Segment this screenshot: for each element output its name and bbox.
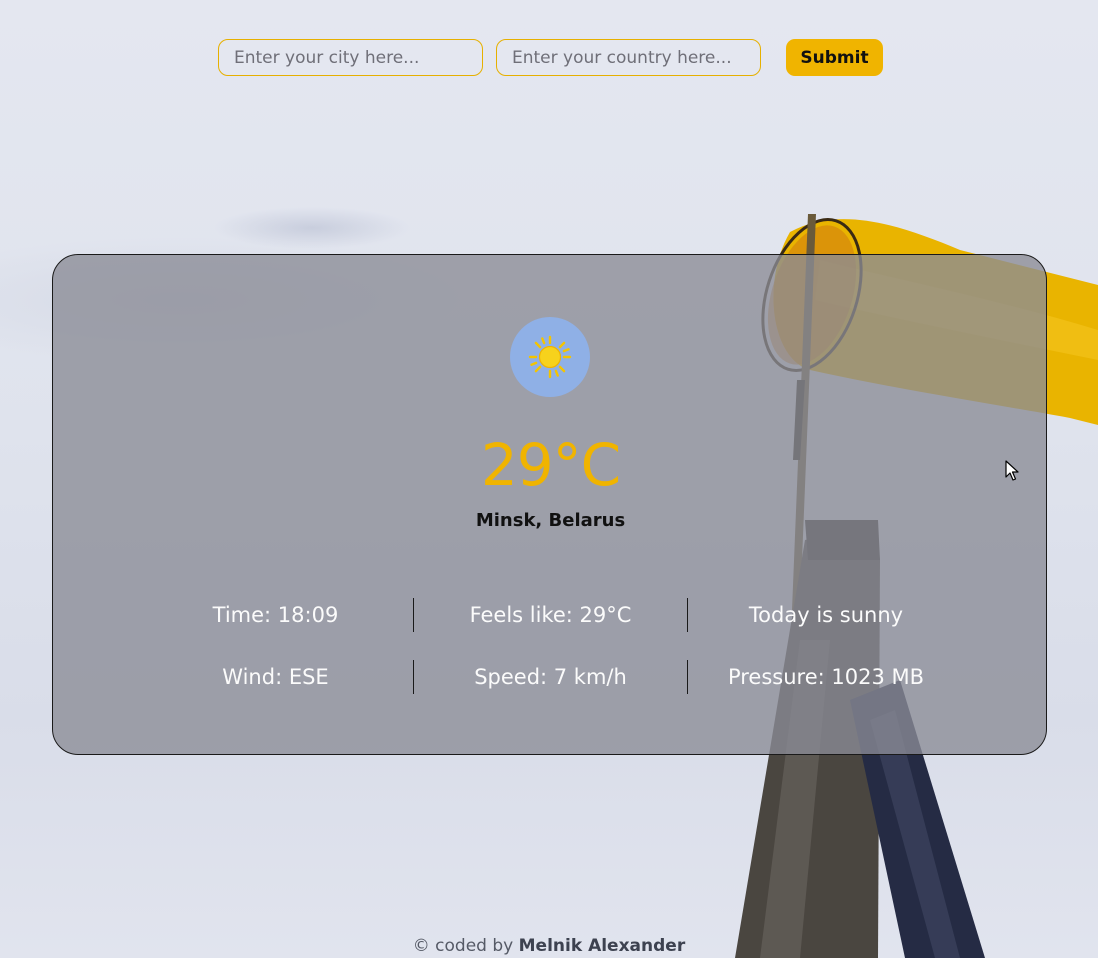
search-bar: Submit (218, 39, 883, 76)
city-input[interactable] (218, 39, 483, 76)
country-input[interactable] (496, 39, 761, 76)
wind-direction-value: Wind: ESE (138, 660, 414, 694)
pressure-value: Pressure: 1023 MB (727, 665, 925, 689)
weather-card: 29°C Minsk, Belarus Time: 18:09 Feels li… (52, 254, 1047, 755)
footer: © coded by Melnik Alexander (0, 936, 1098, 956)
time-value: Time: 18:09 (138, 598, 414, 632)
details-row: Time: 18:09 Feels like: 29°C Today is su… (138, 598, 963, 632)
footer-prefix: © coded by (412, 936, 519, 956)
condition-description: Today is sunny (748, 603, 904, 627)
details-row: Wind: ESE Speed: 7 km/h Pressure: 1023 M… (138, 660, 963, 694)
temperature-value: 29°C (480, 431, 621, 499)
footer-author: Melnik Alexander (518, 936, 686, 956)
submit-button[interactable]: Submit (786, 39, 883, 76)
sun-icon (528, 335, 572, 379)
mouse-cursor-icon (1005, 460, 1019, 481)
feels-like-value: Feels like: 29°C (414, 598, 688, 632)
wind-speed-value: Speed: 7 km/h (414, 660, 688, 694)
location-name: Minsk, Belarus (475, 510, 626, 531)
weather-icon-circle (510, 317, 590, 397)
